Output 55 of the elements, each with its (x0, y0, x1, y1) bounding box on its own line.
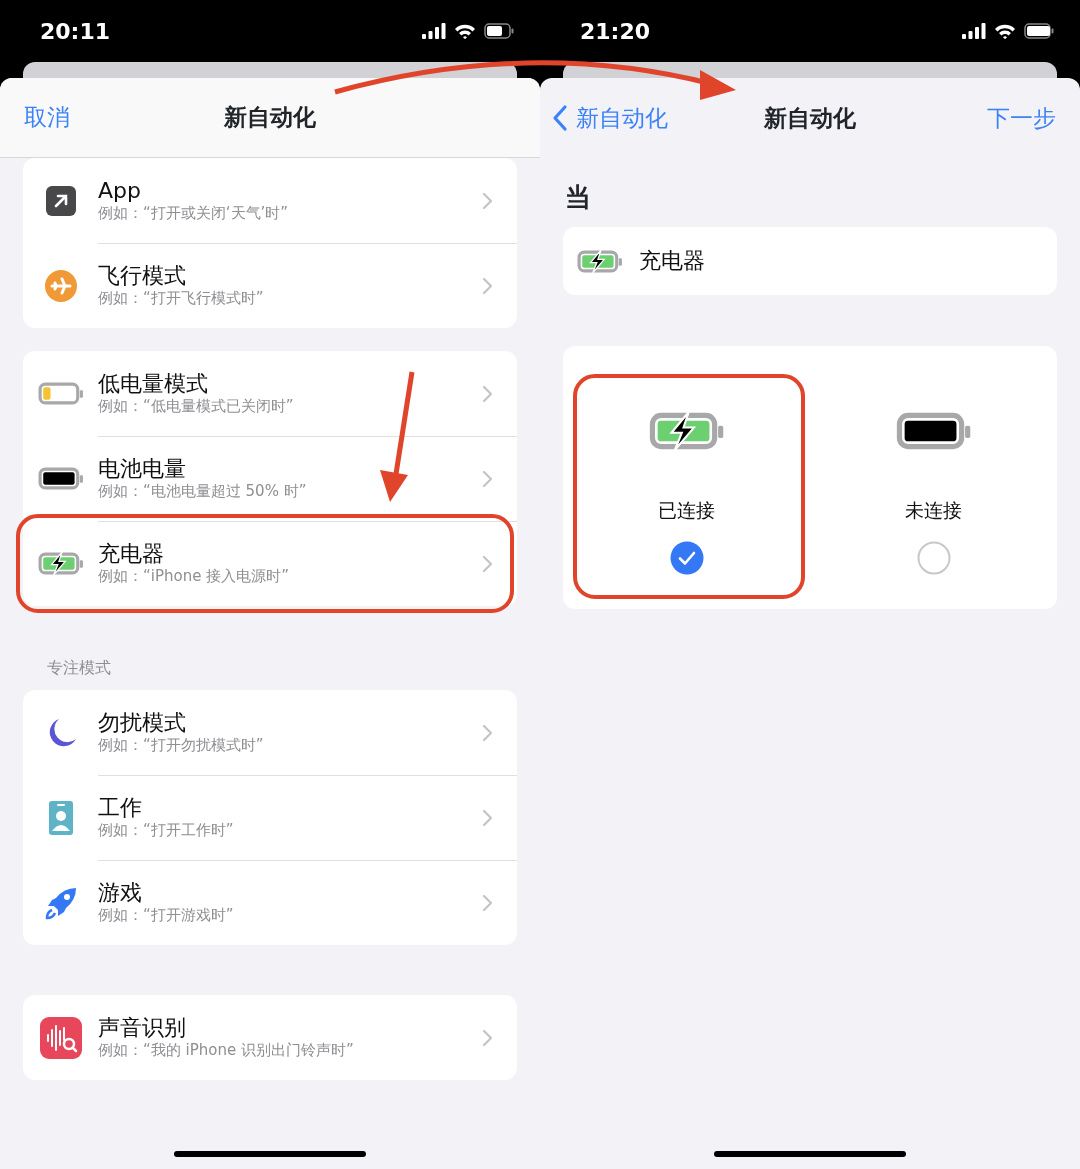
rocket-icon (43, 885, 78, 920)
row-title[interactable]: 声音识别 (98, 1014, 482, 1041)
chevron-icon (482, 277, 493, 295)
battery-icon (1024, 23, 1054, 39)
option-label: 未连接 (905, 498, 962, 523)
screen-title: 新自动化 (764, 103, 856, 133)
charging-battery-icon (37, 552, 84, 575)
chevron-icon (482, 1028, 493, 1047)
chevron-icon (482, 894, 493, 912)
row-subtitle: 例如：“我的 iPhone 识别出门铃声时” (98, 1040, 355, 1061)
wifi-icon (454, 23, 476, 39)
row-title[interactable]: 工作 (98, 795, 482, 822)
row-title[interactable]: 游戏 (98, 880, 482, 907)
row-subtitle: 例如：“低电量模式已关闭时” (98, 396, 295, 417)
row-subtitle: 例如：“打开或关闭‘天气’时” (98, 203, 290, 224)
signal-icon (422, 23, 446, 39)
battery-icon (37, 382, 84, 405)
row-title[interactable]: 充电器 (98, 541, 482, 568)
row-title[interactable]: 低电量模式 (98, 370, 482, 397)
chevron-icon (482, 384, 493, 403)
section-title: 当 (564, 181, 592, 214)
radio-button[interactable] (669, 540, 704, 575)
chevron-icon (482, 555, 493, 573)
row-subtitle: 例如：“电池电量超过 50% 时” (98, 482, 308, 502)
charging-battery-icon (577, 249, 623, 273)
battery-icon (37, 467, 84, 490)
row-title[interactable]: 勿扰模式 (98, 709, 482, 736)
wifi-icon (994, 23, 1016, 39)
row-subtitle: 例如：“打开勿扰模式时” (98, 735, 265, 756)
row-title[interactable]: 电池电量 (98, 456, 482, 483)
option-label: 已连接 (658, 498, 715, 523)
chevron-icon (482, 191, 493, 210)
status-time: 21:20 (580, 17, 651, 46)
charging-battery-icon (648, 412, 725, 450)
row-subtitle: 例如：“打开游戏时” (98, 906, 235, 926)
status-time: 20:11 (40, 17, 111, 46)
battery-icon (895, 412, 972, 450)
radio-button[interactable] (916, 540, 951, 575)
airplane-icon (44, 269, 77, 302)
sound-wave-icon (39, 1016, 82, 1059)
section-header: 专注模式 (46, 657, 112, 679)
trigger-label: 充电器 (639, 247, 705, 275)
battery-icon (484, 23, 514, 39)
chevron-icon (482, 470, 493, 488)
row-subtitle: 例如：“iPhone 接入电源时” (98, 567, 290, 587)
screen-title: 新自动化 (224, 103, 316, 133)
chevron-icon (482, 723, 493, 742)
chevron-icon (482, 809, 493, 827)
row-title[interactable]: App (98, 177, 482, 204)
row-title[interactable]: 飞行模式 (98, 263, 482, 290)
badge-icon (48, 800, 73, 835)
row-subtitle: 例如：“打开飞行模式时” (98, 289, 265, 309)
row-subtitle: 例如：“打开工作时” (98, 821, 235, 841)
signal-icon (962, 23, 986, 39)
back-chevron-icon (552, 104, 568, 132)
